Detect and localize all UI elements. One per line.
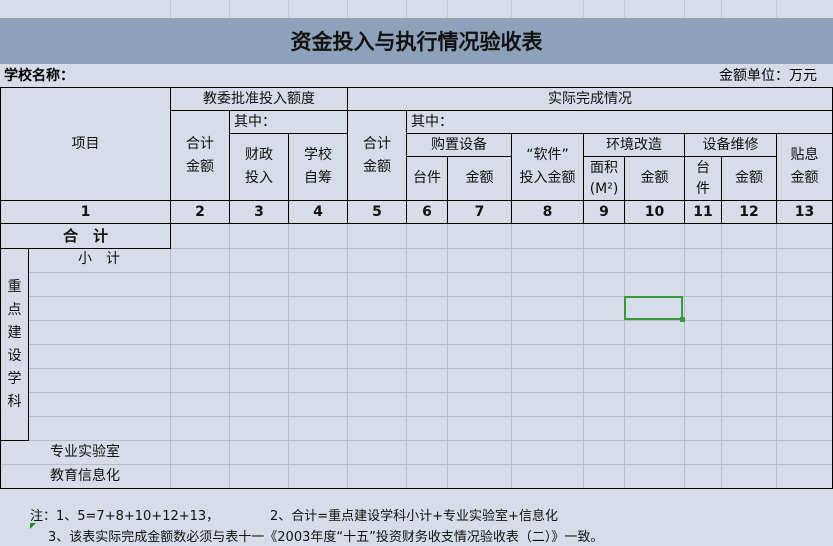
header-actual-group[interactable]: 实际完成情况: [347, 87, 833, 111]
header-units[interactable]: 台件: [406, 156, 448, 201]
col-num-4[interactable]: 4: [288, 200, 348, 224]
col-num-3[interactable]: 3: [229, 200, 289, 224]
col-num-6[interactable]: 6: [406, 200, 448, 224]
key-discipline-char: 重: [7, 278, 22, 295]
header-approved-total[interactable]: 合计 金额: [170, 110, 230, 201]
header-school-self[interactable]: 学校 自筹: [288, 133, 348, 201]
header-approved-sub[interactable]: 其中：: [229, 110, 348, 134]
col-num-2[interactable]: 2: [170, 200, 230, 224]
key-discipline-char: 点: [7, 301, 22, 318]
row-key-discipline-label[interactable]: 重 点 建 设 学 科: [0, 248, 29, 441]
header-area[interactable]: 面积 (M²): [583, 156, 625, 201]
col-num-1[interactable]: 1: [0, 200, 171, 224]
col-num-13[interactable]: 13: [776, 200, 833, 224]
fill-handle[interactable]: [680, 317, 685, 322]
row-it-label[interactable]: 教育信息化: [0, 464, 170, 488]
row-total-label[interactable]: 合 计: [0, 223, 171, 249]
header-maint-units[interactable]: 台 件: [684, 156, 722, 201]
note-line-1b: 2、合计=重点建设学科小计+专业实验室+信息化: [270, 509, 558, 524]
note-line-2: 3、该表实际完成金额数必须与表十一《2003年度“十五”投资财务收支情况验收表（…: [48, 530, 604, 545]
note-line-1a: 注：1、5=7+8+10+12+13，: [30, 509, 220, 524]
school-name-label: 学校名称：: [4, 68, 74, 84]
header-project[interactable]: 项目: [0, 87, 171, 201]
key-discipline-char: 学: [7, 370, 22, 387]
key-discipline-char: 科: [7, 393, 22, 410]
row-lab-label[interactable]: 专业实验室: [0, 440, 170, 464]
col-num-5[interactable]: 5: [347, 200, 407, 224]
header-env-amount[interactable]: 金额: [624, 156, 685, 201]
header-finance[interactable]: 财政 投入: [229, 133, 289, 201]
col-num-9[interactable]: 9: [583, 200, 625, 224]
key-discipline-char: 建: [7, 324, 22, 341]
row-subtotal-label[interactable]: 小 计: [28, 248, 170, 272]
header-equip-maint[interactable]: 设备维修: [684, 133, 777, 157]
header-approved-group[interactable]: 教委批准投入额度: [170, 87, 348, 111]
col-num-11[interactable]: 11: [684, 200, 722, 224]
col-num-7[interactable]: 7: [447, 200, 512, 224]
col-num-8[interactable]: 8: [511, 200, 584, 224]
header-actual-total[interactable]: 合计 金额: [347, 110, 407, 201]
header-software[interactable]: “软件” 投入金额: [511, 133, 584, 201]
header-amount[interactable]: 金额: [447, 156, 512, 201]
col-num-12[interactable]: 12: [721, 200, 777, 224]
header-actual-sub[interactable]: 其中：: [406, 110, 833, 134]
key-discipline-char: 设: [7, 347, 22, 364]
spreadsheet-sheet[interactable]: 资金投入与执行情况验收表 学校名称： 金额单位：万元 项目 教委批准投入额度 实…: [0, 0, 833, 546]
top-row-strip: [0, 0, 833, 18]
header-subsidy[interactable]: 贴息 金额: [776, 133, 833, 201]
header-env-improve[interactable]: 环境改造: [583, 133, 685, 157]
col-num-10[interactable]: 10: [624, 200, 685, 224]
selected-cell[interactable]: [624, 296, 685, 322]
amount-unit-label: 金额单位：万元: [719, 68, 817, 84]
sheet-title: 资金投入与执行情况验收表: [0, 18, 833, 64]
header-purchase-equipment[interactable]: 购置设备: [406, 133, 512, 157]
header-maint-amount[interactable]: 金额: [721, 156, 777, 201]
